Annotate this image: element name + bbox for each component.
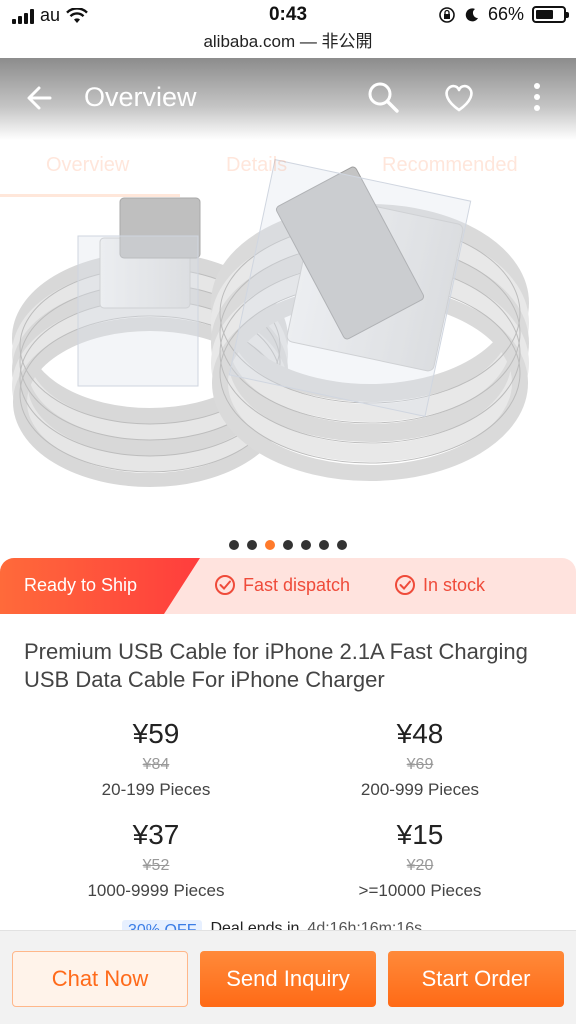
gallery-dot[interactable] — [301, 540, 311, 550]
price-tier: ¥48 ¥69 200-999 Pieces — [300, 718, 540, 800]
send-inquiry-button[interactable]: Send Inquiry — [200, 951, 376, 1007]
page-title: Overview — [84, 82, 197, 112]
tier-original-price: ¥52 — [142, 857, 170, 874]
url-bar[interactable]: alibaba.com — 非公開 — [0, 30, 576, 58]
start-order-button[interactable]: Start Order — [388, 951, 564, 1007]
top-nav: Overview — [0, 58, 576, 138]
tier-original-price: ¥20 — [406, 857, 434, 874]
tier-price: ¥59 — [132, 718, 180, 749]
search-icon[interactable] — [366, 80, 400, 114]
price-tier: ¥59 ¥84 20-199 Pieces — [36, 718, 276, 800]
tier-price: ¥48 — [396, 718, 444, 749]
more-vertical-icon[interactable] — [520, 80, 554, 114]
tier-price: ¥37 — [132, 819, 180, 850]
tab-overview[interactable]: Overview — [46, 154, 129, 177]
fast-dispatch-label: Fast dispatch — [243, 574, 351, 595]
gallery-dot-active[interactable] — [265, 540, 275, 550]
gallery-pagination[interactable] — [0, 540, 576, 550]
back-arrow-icon[interactable] — [22, 80, 58, 116]
ready-to-ship-banner: Ready to Ship Fast dispatch In stock — [0, 558, 576, 614]
chat-now-button[interactable]: Chat Now — [12, 951, 188, 1007]
gallery-dot[interactable] — [283, 540, 293, 550]
ready-to-ship-label: Ready to Ship — [24, 575, 138, 595]
tier-quantity-range: 20-199 Pieces — [101, 780, 211, 799]
price-tier: ¥15 ¥20 >=10000 Pieces — [300, 819, 540, 901]
tier-quantity-range: 200-999 Pieces — [360, 780, 480, 799]
tab-recommended[interactable]: Recommended — [382, 154, 518, 177]
status-bar: au 0:43 66% — [0, 0, 576, 30]
moon-icon — [465, 7, 478, 21]
rotation-lock-icon — [439, 6, 455, 23]
tier-quantity-range: >=10000 Pieces — [358, 881, 482, 900]
url-text: alibaba.com — 非公開 — [203, 32, 373, 51]
price-tier: ¥37 ¥52 1000-9999 Pieces — [36, 819, 276, 901]
battery-percent: 66% — [487, 4, 524, 24]
check-circle-icon — [395, 575, 415, 595]
fast-dispatch-feature: Fast dispatch — [214, 574, 350, 596]
section-tabs: Overview Details Recommended — [0, 138, 576, 198]
tier-original-price: ¥84 — [142, 756, 170, 773]
gallery-dot[interactable] — [337, 540, 347, 550]
bottom-action-bar: Chat Now Send Inquiry Start Order — [0, 930, 576, 1024]
tab-indicator — [0, 194, 180, 197]
heart-icon[interactable] — [442, 80, 476, 114]
battery-icon — [532, 6, 569, 23]
check-circle-icon — [215, 575, 235, 595]
gallery-dot[interactable] — [319, 540, 329, 550]
status-right: 66% — [438, 4, 569, 25]
tier-quantity-range: 1000-9999 Pieces — [87, 881, 225, 900]
tab-details[interactable]: Details — [226, 154, 287, 177]
gallery-dot[interactable] — [229, 540, 239, 550]
ready-to-ship-badge: Ready to Ship — [0, 558, 200, 614]
tier-price: ¥15 — [396, 819, 444, 850]
product-title: Premium USB Cable for iPhone 2.1A Fast C… — [24, 639, 528, 692]
in-stock-feature: In stock — [394, 574, 485, 596]
gallery-dot[interactable] — [247, 540, 257, 550]
in-stock-label: In stock — [423, 574, 486, 595]
tier-original-price: ¥69 — [406, 756, 434, 773]
